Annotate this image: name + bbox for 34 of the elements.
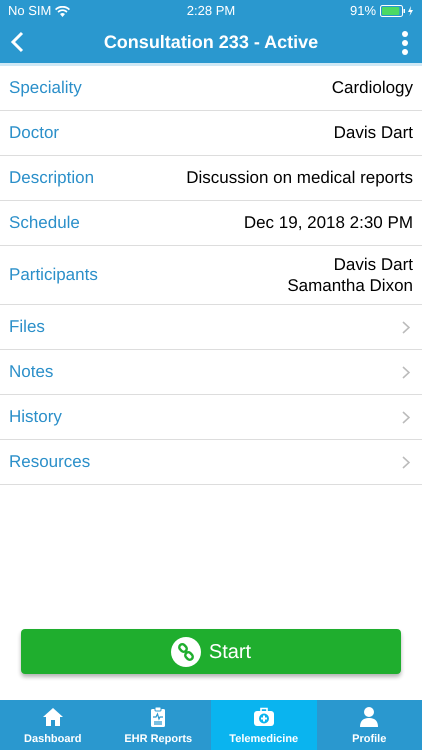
tab[interactable]: Dashboard (0, 700, 106, 750)
back-button[interactable] (10, 30, 24, 54)
field-value: Discussion on medical reports (186, 167, 413, 189)
list-item[interactable]: Files (0, 305, 422, 350)
tab[interactable]: Telemedicine (211, 700, 316, 750)
link-icon (170, 636, 201, 666)
screen-title: Consultation 233 - Active (102, 31, 320, 54)
field-label: Speciality (9, 77, 82, 100)
list-item[interactable]: History (0, 395, 422, 440)
chevron-icon (402, 366, 410, 378)
carrier-text: No SIM (8, 2, 52, 20)
chevron-icon (402, 320, 410, 334)
field-label: Description (9, 167, 94, 190)
field-value: Davis Dart (334, 122, 413, 144)
field-value: Samantha Dixon (287, 275, 413, 296)
chevron-icon (402, 410, 410, 424)
person-icon (358, 706, 380, 728)
clock-text: 2:28 PM (186, 2, 236, 20)
field-label: Schedule (9, 212, 80, 234)
field-value: Cardiology (332, 77, 413, 99)
field-label: Doctor (9, 122, 60, 144)
field-value: Davis Dart (332, 254, 413, 275)
list-item[interactable]: Notes (0, 350, 422, 395)
tab[interactable]: EHR Reports (106, 700, 211, 750)
tab[interactable]: Profile (316, 700, 422, 750)
home-icon (42, 706, 64, 728)
battery-percent: 91% (350, 2, 376, 20)
field-label: Participants (9, 264, 98, 286)
list-item[interactable]: Resources (0, 440, 422, 485)
wifi-icon (55, 6, 70, 16)
kit-icon (252, 706, 275, 728)
field-value: Dec 19, 2018 2:30 PM (244, 212, 413, 234)
chevron-icon (402, 456, 410, 468)
start-button[interactable]: Start (21, 629, 401, 674)
